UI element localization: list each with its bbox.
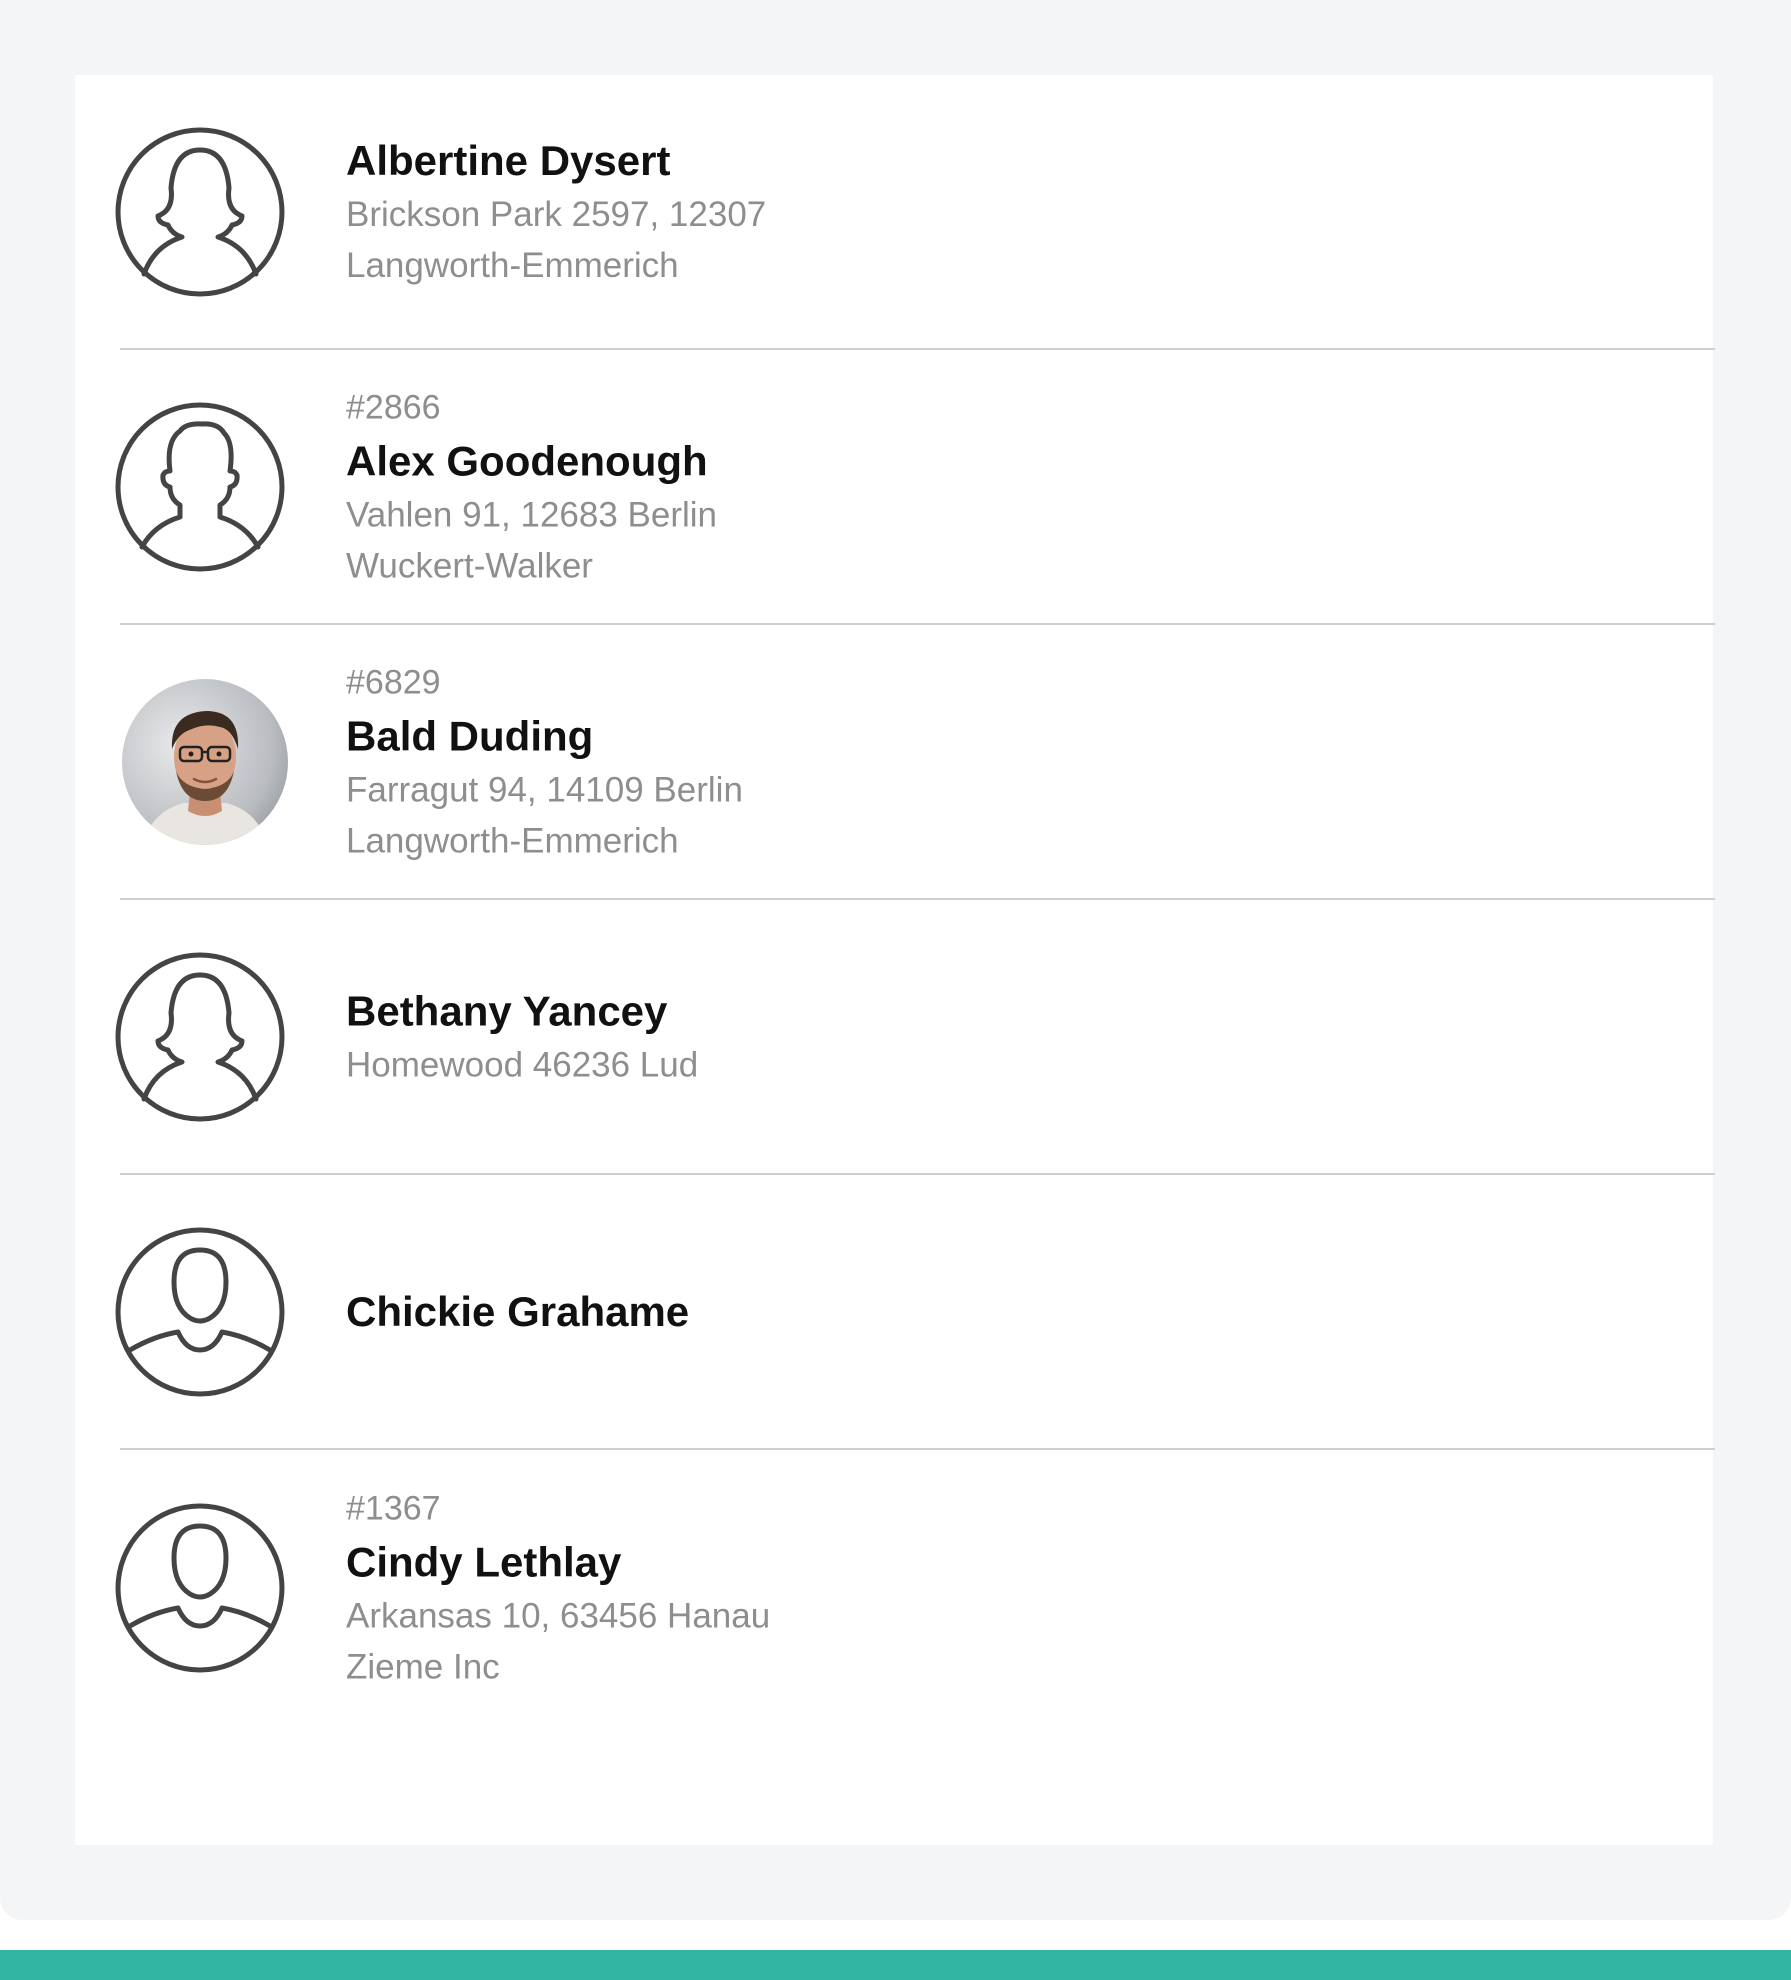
- user-icon: [114, 1226, 286, 1398]
- contact-list-card: Albertine Dysert Brickson Park 2597, 123…: [75, 75, 1715, 1845]
- contact-address: Brickson Park 2597, 12307: [346, 194, 767, 234]
- contact-company: Langworth-Emmerich: [346, 245, 679, 285]
- contact-name: Cindy Lethlay: [346, 1538, 622, 1585]
- user-icon: [114, 1502, 286, 1674]
- contact-row[interactable]: #6829 Bald Duding Farragut 94, 14109 Ber…: [120, 625, 1715, 900]
- contact-company: Langworth-Emmerich: [346, 821, 679, 860]
- profile-photo: [122, 678, 288, 845]
- contact-address: Homewood 46236 Lud: [346, 1045, 699, 1084]
- contact-address: Vahlen 91, 12683 Berlin: [346, 495, 718, 534]
- male-user-icon: [114, 401, 286, 573]
- contact-row[interactable]: #2866 Alex Goodenough Vahlen 91, 12683 B…: [115, 350, 1715, 625]
- female-user-icon: [114, 951, 286, 1123]
- contact-info: Albertine Dysert Brickson Park 2597, 123…: [346, 133, 766, 291]
- contact-name: Chickie Grahame: [346, 1287, 690, 1335]
- accent-bar: [0, 1950, 1791, 1980]
- contact-info: #2866 Alex Goodenough Vahlen 91, 12683 B…: [346, 382, 717, 591]
- contact-info: #1367 Cindy Lethlay Arkansas 10, 63456 H…: [346, 1483, 770, 1692]
- contact-row[interactable]: #1367 Cindy Lethlay Arkansas 10, 63456 H…: [115, 1450, 1715, 1725]
- female-user-icon: [114, 126, 286, 298]
- contact-row[interactable]: Chickie Grahame: [115, 1175, 1715, 1450]
- contact-row[interactable]: Albertine Dysert Brickson Park 2597, 123…: [115, 75, 1715, 350]
- contact-info: Bethany Yancey Homewood 46236 Lud: [346, 983, 698, 1090]
- contact-name: Alex Goodenough: [346, 437, 708, 484]
- contact-address: Farragut 94, 14109 Berlin: [346, 770, 743, 809]
- contact-number: #6829: [346, 663, 441, 701]
- contact-address: Arkansas 10, 63456 Hanau: [346, 1596, 771, 1635]
- contact-number: #1367: [346, 1489, 441, 1527]
- contact-number: #2866: [346, 388, 441, 426]
- contact-company: Wuckert-Walker: [346, 546, 593, 585]
- contact-name: Albertine Dysert: [346, 136, 671, 184]
- contact-row[interactable]: Bethany Yancey Homewood 46236 Lud: [115, 900, 1715, 1175]
- contact-company: Zieme Inc: [346, 1647, 500, 1686]
- contact-name: Bald Duding: [346, 712, 594, 759]
- contact-info: #6829 Bald Duding Farragut 94, 14109 Ber…: [346, 657, 743, 866]
- contact-list: Albertine Dysert Brickson Park 2597, 123…: [115, 75, 1715, 1725]
- contact-info: Chickie Grahame: [346, 1284, 689, 1340]
- contact-name: Bethany Yancey: [346, 987, 668, 1034]
